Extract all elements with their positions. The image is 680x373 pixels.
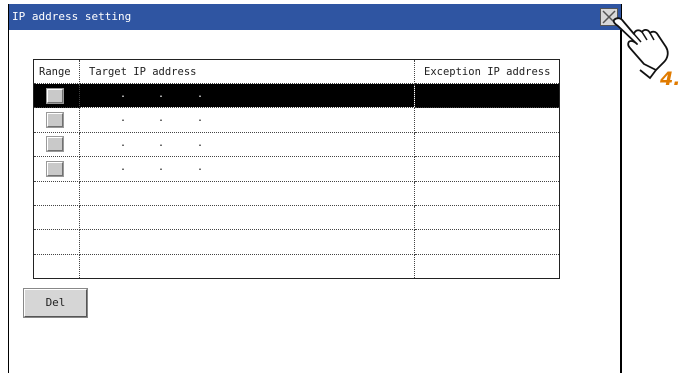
ip-separator-dot: . [197,162,204,174]
table-row[interactable]: ... [33,156,560,182]
ip-separator-dot: . [120,113,127,125]
ip-separator-dot: . [158,162,165,174]
range-cell [33,107,80,133]
range-cell [33,131,80,158]
header-range: Range [33,59,80,84]
ip-separator-dot: . [197,113,204,125]
table-row[interactable]: ... [33,131,560,158]
range-cell [33,180,80,206]
exception-ip-cell[interactable] [414,253,560,280]
ip-separator-dot: . [120,89,127,100]
range-button[interactable] [47,88,63,103]
exception-ip-cell[interactable] [414,156,560,182]
ip-separator-dot: . [197,137,204,149]
target-ip-cell[interactable] [79,180,415,206]
range-cell [33,156,80,182]
header-target-ip: Target IP address [79,59,415,84]
header-exception-ip: Exception IP address [414,59,560,84]
exception-ip-cell[interactable] [414,180,560,206]
ip-separator-dot: . [158,89,165,100]
ip-separator-dot: . [158,113,165,125]
ip-separator-dot: . [120,162,127,174]
range-button[interactable] [47,161,63,176]
range-cell [33,229,80,255]
target-ip-cell[interactable]: ... [79,156,415,182]
target-ip-cell[interactable] [79,204,415,231]
exception-ip-cell[interactable] [414,107,560,133]
target-ip-cell[interactable] [79,229,415,255]
exception-ip-cell[interactable] [414,204,560,231]
del-button[interactable]: Del [24,289,87,317]
step-number-label: 4. [660,68,680,90]
table-row[interactable] [33,180,560,206]
ip-separator-dot: . [120,137,127,149]
range-cell [33,82,80,109]
range-cell [33,253,80,280]
table-row[interactable]: ... [33,107,560,133]
target-ip-cell[interactable] [79,253,415,280]
target-ip-cell[interactable]: ... [79,131,415,158]
table-row[interactable]: ... [33,82,560,109]
target-ip-cell[interactable]: ... [79,107,415,133]
title-bar: IP address setting [9,4,621,30]
range-button[interactable] [47,137,63,152]
target-ip-cell[interactable]: ... [79,82,415,109]
ip-address-setting-window: IP address setting Range Target IP addre… [8,4,622,373]
table-row[interactable] [33,229,560,255]
table-row[interactable] [33,204,560,231]
exception-ip-cell[interactable] [414,229,560,255]
exception-ip-cell[interactable] [414,82,560,109]
ip-address-table: Range Target IP address Exception IP add… [33,59,560,280]
exception-ip-cell[interactable] [414,131,560,158]
range-cell [33,204,80,231]
window-title: IP address setting [12,10,132,23]
table-row[interactable] [33,253,560,280]
table-header-row: Range Target IP address Exception IP add… [33,59,560,84]
range-button[interactable] [47,113,63,128]
ip-separator-dot: . [158,137,165,149]
ip-separator-dot: . [197,89,204,100]
